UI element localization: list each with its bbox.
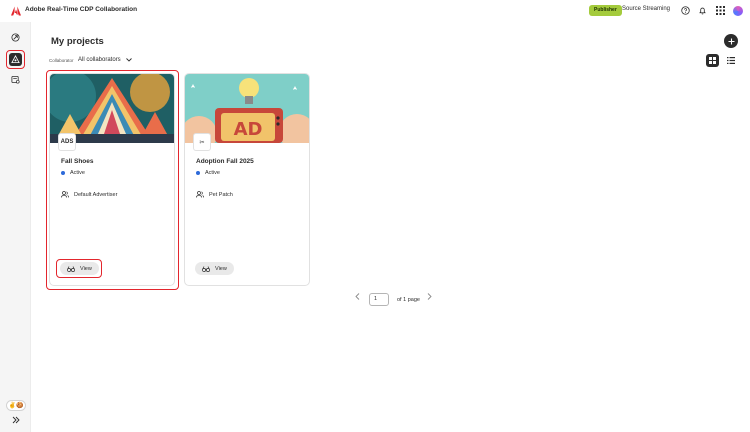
main-content: My projects Collaborator All collaborato… — [31, 22, 750, 432]
svg-text:AD: AD — [234, 119, 263, 140]
collaborator-filter-dropdown[interactable]: All collaborators — [78, 57, 132, 63]
page-number-input[interactable]: 1 — [369, 293, 389, 306]
page-total-text: of 1 page — [397, 297, 420, 303]
audiences-icon[interactable] — [8, 72, 23, 87]
advertiser-logo: ✂︎ — [193, 133, 211, 151]
bell-icon[interactable] — [697, 5, 708, 16]
avatar[interactable] — [733, 6, 743, 16]
project-title[interactable]: Fall Shoes — [61, 158, 94, 165]
grid-icon — [709, 57, 716, 64]
projects-icon-inner — [9, 53, 22, 66]
project-title[interactable]: Adoption Fall 2025 — [196, 158, 254, 165]
status-indicator: Active — [196, 170, 220, 176]
users-icon — [196, 191, 204, 198]
role-badge: Publisher — [589, 5, 622, 16]
advertiser-logo-text: ✂︎ — [199, 139, 205, 146]
view-project-button[interactable]: View — [195, 262, 234, 275]
left-rail: ✌️🍪 — [0, 22, 31, 432]
apps-grid-icon[interactable] — [715, 5, 726, 16]
grid-view-toggle[interactable] — [706, 54, 719, 67]
add-project-button[interactable] — [724, 34, 738, 48]
plus-icon — [728, 38, 734, 44]
collaborator-name: Pet Patch — [209, 191, 233, 198]
view-button-label: View — [215, 265, 227, 272]
users-icon — [61, 191, 69, 198]
projects-icon[interactable] — [6, 50, 25, 69]
view-button-label: View — [80, 265, 92, 272]
status-text: Active — [70, 170, 85, 176]
feedback-button[interactable]: ✌️🍪 — [6, 400, 26, 411]
advertiser-logo-text: ADS — [60, 139, 74, 145]
advertiser-logo: ADS — [58, 133, 76, 151]
collaborator-info: Default Advertiser — [61, 191, 117, 198]
insights-icon[interactable] — [8, 30, 23, 45]
list-icon — [726, 57, 735, 64]
collaborator-filter-label: Collaborator — [49, 58, 74, 63]
page-title: My projects — [51, 36, 104, 47]
help-icon[interactable] — [680, 5, 691, 16]
status-dot — [61, 171, 65, 175]
collaborator-filter-value: All collaborators — [78, 57, 121, 63]
status-dot — [196, 171, 200, 175]
binoculars-icon — [67, 265, 75, 272]
project-card[interactable]: ADS Fall Shoes Active Default Advertiser… — [49, 73, 175, 286]
next-page-icon[interactable] — [427, 293, 432, 302]
feedback-emoji: ✌️🍪 — [8, 403, 24, 409]
source-label[interactable]: Source Streaming — [622, 6, 670, 12]
project-card[interactable]: AD ✂︎ Adoption Fall 2025 Active Pet Patc… — [184, 73, 310, 286]
view-project-button[interactable]: View — [60, 262, 99, 275]
binoculars-icon — [202, 265, 210, 272]
expand-rail-icon[interactable] — [8, 412, 23, 427]
status-text: Active — [205, 170, 220, 176]
prev-page-icon[interactable] — [355, 293, 360, 302]
status-indicator: Active — [61, 170, 85, 176]
collaborator-name: Default Advertiser — [74, 191, 118, 198]
chevron-down-icon — [125, 58, 132, 62]
list-view-toggle[interactable] — [725, 55, 736, 66]
collaborator-info: Pet Patch — [196, 191, 233, 198]
app-title: Adobe Real-Time CDP Collaboration — [25, 6, 138, 13]
adobe-logo-icon[interactable] — [11, 6, 21, 16]
app-header: Adobe Real-Time CDP Collaboration Publis… — [0, 0, 750, 22]
